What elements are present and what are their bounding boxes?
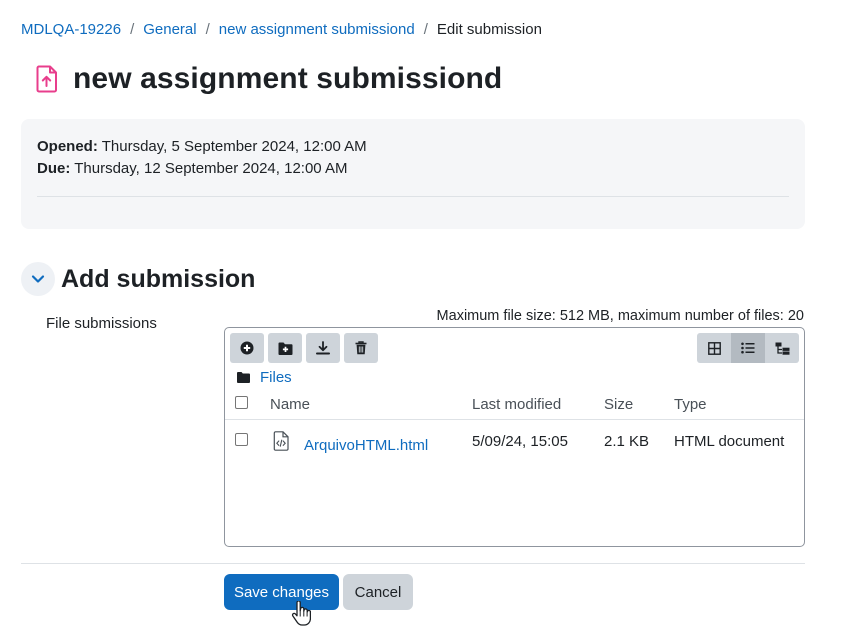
grid-view-icon [707, 341, 721, 355]
breadcrumb-item-section[interactable]: General [143, 21, 196, 38]
add-file-button[interactable] [230, 333, 264, 363]
html-file-icon [273, 431, 289, 451]
chevron-down-icon [31, 275, 45, 283]
page-header: new assignment submissiond [35, 62, 502, 96]
breadcrumb-current: Edit submission [436, 21, 542, 38]
list-view-icon [741, 342, 755, 354]
save-changes-button[interactable]: Save changes [224, 574, 339, 610]
view-switcher [697, 333, 799, 363]
opened-value: Thursday, 5 September 2024, 12:00 AM [101, 138, 367, 155]
file-last-modified: 5/09/24, 15:05 [472, 433, 568, 450]
file-name-link[interactable]: ArquivoHTML.html [304, 437, 428, 454]
breadcrumb-separator: / [423, 21, 428, 38]
due-label: Due: [37, 160, 71, 177]
create-folder-button[interactable] [268, 333, 302, 363]
activity-dates: Opened: Thursday, 5 September 2024, 12:0… [21, 119, 805, 229]
section-title: Add submission [61, 264, 256, 293]
folder-path: Files [237, 369, 292, 386]
opened-date: Opened: Thursday, 5 September 2024, 12:0… [37, 138, 367, 155]
page-title: new assignment submissiond [73, 62, 503, 95]
section-header: Add submission [21, 262, 255, 296]
delete-button[interactable] [344, 333, 378, 363]
due-value: Thursday, 12 September 2024, 12:00 AM [74, 160, 348, 177]
file-name: ArquivoHTML.html [304, 437, 428, 454]
divider [37, 196, 789, 197]
list-view-button[interactable] [731, 333, 765, 363]
column-size: Size [604, 396, 634, 413]
opened-label: Opened: [37, 138, 98, 155]
breadcrumb-separator: / [130, 21, 135, 38]
breadcrumb-item-assignment[interactable]: new assignment submissiond [219, 21, 415, 38]
cancel-button[interactable]: Cancel [343, 574, 413, 610]
file-type: HTML document [674, 433, 785, 450]
file-size: 2.1 KB [604, 433, 650, 450]
breadcrumb-separator: / [205, 21, 210, 38]
file-checkbox[interactable] [235, 433, 248, 446]
tree-view-button[interactable] [765, 333, 799, 363]
form-divider [21, 563, 805, 564]
collapse-section-button[interactable] [21, 262, 55, 296]
file-manager: Files Name Last modified Size Type Arqui… [224, 327, 805, 547]
due-date: Due: Thursday, 12 September 2024, 12:00 … [37, 160, 347, 177]
file-table-header: Name Last modified Size Type [225, 388, 804, 420]
grid-view-button[interactable] [697, 333, 731, 363]
breadcrumb: MDLQA-19226 / General / new assignment s… [21, 21, 542, 38]
delete-icon [355, 341, 367, 355]
column-name: Name [270, 396, 311, 413]
path-files-link[interactable]: Files [260, 369, 292, 386]
create-folder-icon [278, 342, 292, 355]
max-file-info: Maximum file size: 512 MB, maximum numbe… [436, 308, 804, 324]
add-file-icon [240, 341, 254, 355]
tree-view-icon [775, 342, 789, 355]
column-last-modified: Last modified [472, 396, 562, 413]
file-row[interactable]: ArquivoHTML.html 5/09/24, 15:05 2.1 KB H… [225, 420, 804, 460]
assignment-upload-icon [36, 65, 57, 93]
file-submissions-label: File submissions [46, 315, 157, 332]
folder-icon [237, 372, 250, 383]
column-type: Type [674, 396, 707, 413]
download-icon [316, 341, 330, 355]
hand-cursor-icon [291, 601, 311, 626]
breadcrumb-item-course[interactable]: MDLQA-19226 [21, 21, 121, 38]
select-all-checkbox[interactable] [235, 396, 248, 409]
download-all-button[interactable] [306, 333, 340, 363]
